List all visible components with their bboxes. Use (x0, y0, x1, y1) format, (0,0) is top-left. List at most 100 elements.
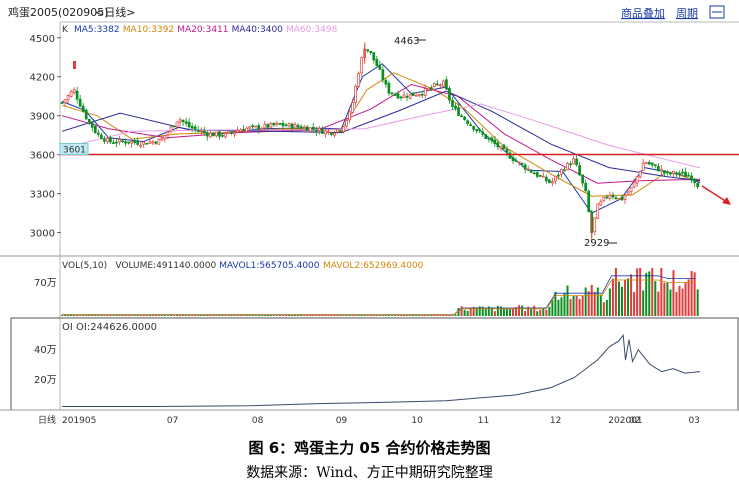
candle-body (199, 130, 203, 133)
volume-bar (521, 305, 524, 316)
volume-legend-item: VOL(5,10) (62, 261, 107, 271)
candle-body (514, 160, 518, 162)
candle-body (487, 137, 491, 140)
candle-body (663, 170, 666, 174)
volume-bar (539, 309, 542, 316)
candle-body (124, 141, 127, 144)
candle-body (323, 130, 327, 135)
candle-body (248, 126, 252, 129)
candle-body (166, 131, 170, 136)
volume-bar (693, 272, 696, 316)
candle-body (375, 59, 379, 67)
volume-bar (690, 271, 693, 316)
candle-body (429, 87, 433, 89)
candle-body (620, 196, 624, 201)
volume-bar (608, 288, 611, 316)
volume-bar (524, 310, 527, 316)
volume-bar (639, 268, 642, 316)
candle-body (423, 88, 427, 96)
price-tick-3900: 3900 (30, 112, 55, 123)
overlay-button[interactable]: 商品叠加 (621, 6, 665, 20)
volume-bar (103, 315, 106, 316)
candle-body (678, 172, 681, 175)
candle-body (632, 182, 636, 188)
candle-body (354, 85, 357, 104)
candle-body (493, 139, 497, 145)
candle-body (505, 148, 509, 153)
candle-body (296, 125, 300, 128)
volume-bar (645, 272, 648, 316)
price-tick-3000: 3000 (30, 229, 55, 240)
volume-bar (260, 315, 263, 316)
candle-body (526, 168, 530, 171)
candle-body (532, 172, 536, 175)
candle-body (205, 132, 209, 137)
period-button[interactable]: 周期 (676, 7, 698, 20)
candle-body (136, 141, 140, 145)
volume-bar (617, 281, 620, 316)
candle-body (100, 134, 103, 140)
candle-body (672, 171, 675, 175)
candle-body (490, 137, 494, 142)
volume-bar (684, 282, 687, 316)
candle-body (499, 145, 503, 149)
candle-body (669, 172, 672, 175)
candle-body (63, 99, 67, 104)
candle-body (330, 132, 333, 135)
volume-bar (530, 308, 533, 316)
volume-bar (602, 302, 605, 316)
volume-bar (669, 289, 672, 316)
candle-body (345, 120, 348, 127)
volume-bar (505, 308, 508, 316)
candle-body (675, 172, 678, 175)
candle-body (420, 93, 424, 96)
candle-body (656, 165, 660, 172)
candle-body (327, 131, 330, 134)
volume-bar (533, 305, 536, 316)
volume-bar (366, 315, 369, 316)
candle-body (293, 124, 297, 129)
candle-body (653, 164, 657, 167)
candle-body (239, 129, 242, 132)
candle-body (245, 127, 248, 132)
candle-body (357, 73, 360, 87)
candle-body (463, 116, 466, 121)
volume-bar (512, 308, 515, 316)
candle-body (151, 141, 155, 144)
candle-body (242, 128, 245, 131)
candle-body (130, 141, 133, 144)
volume-bar (633, 291, 636, 316)
volume-bar (578, 299, 581, 316)
volume-bar (427, 315, 430, 316)
candle-body (381, 69, 385, 81)
candle-body (435, 83, 439, 86)
volume-bar (557, 299, 560, 316)
candle-body (60, 102, 64, 104)
candle-body (647, 161, 651, 165)
candle-body (681, 171, 684, 174)
volume-bar (345, 315, 348, 316)
candle-body (178, 119, 182, 123)
candle-body (154, 141, 158, 144)
candle-body (127, 141, 130, 144)
volume-bar (681, 288, 684, 316)
candle-body (69, 91, 73, 97)
volume-bar (275, 315, 278, 316)
candle-body (175, 121, 179, 128)
volume-legend-item: MAVOL1:565705.4000 (219, 261, 320, 271)
volume-bar (599, 294, 602, 316)
candle-body (644, 162, 648, 165)
candle-body (384, 79, 388, 85)
candle-body (311, 126, 315, 130)
volume-bar (185, 315, 188, 316)
candle-body (148, 141, 152, 144)
volume-bar (330, 315, 333, 316)
candle-body (142, 141, 146, 145)
volume-bar (575, 295, 578, 316)
candle-body (659, 169, 663, 172)
candle-body (523, 164, 527, 170)
volume-bar (375, 315, 378, 316)
x-tick-07: 07 (167, 416, 178, 426)
candle-body (457, 107, 460, 116)
volume-bar (166, 315, 169, 316)
